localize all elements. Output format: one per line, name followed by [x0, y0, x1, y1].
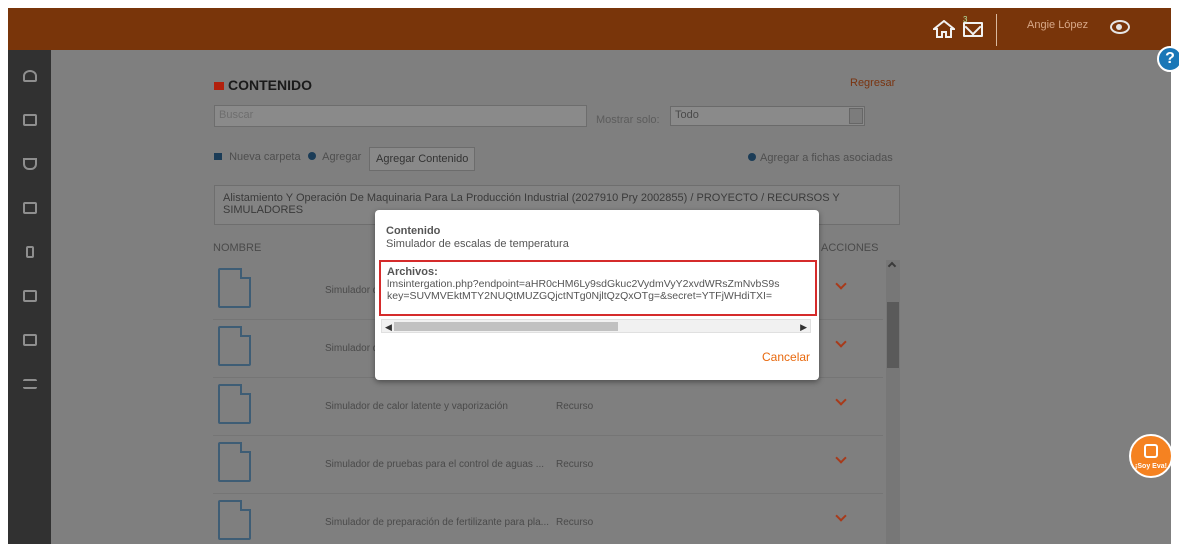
add-circle-icon — [748, 153, 756, 161]
menu-icon — [22, 379, 37, 389]
sidebar-item-messages[interactable] — [8, 188, 51, 228]
sidebar-item-calendar[interactable] — [8, 100, 51, 140]
horizontal-scrollbar[interactable]: ◀ ▶ — [381, 319, 811, 333]
calendar-icon — [22, 114, 37, 126]
scroll-right-icon[interactable]: ▶ — [800, 322, 807, 333]
file-icon — [218, 268, 251, 308]
modal-contenido-label: Contenido — [386, 225, 441, 237]
folder-icon — [214, 82, 224, 90]
back-link[interactable]: Regresar — [850, 77, 895, 89]
file-icon — [218, 384, 251, 424]
item-type: Recurso — [556, 401, 594, 412]
eye-icon[interactable] — [1110, 20, 1130, 34]
modal-contenido-value: Simulador de escalas de temperatura — [386, 238, 569, 250]
content-details-modal: Contenido Simulador de escalas de temper… — [375, 210, 819, 380]
filter-label: Mostrar solo: — [596, 114, 660, 126]
scroll-up-icon[interactable] — [887, 261, 897, 271]
user-name[interactable]: Angie López — [1027, 19, 1088, 31]
add-circle-icon — [307, 152, 316, 160]
sidebar-item-grades[interactable] — [8, 276, 51, 316]
item-type: Recurso — [556, 459, 594, 470]
list-icon — [22, 334, 37, 346]
cancel-button[interactable]: Cancelar — [762, 350, 810, 364]
file-icon — [218, 326, 251, 366]
window-frame-left — [0, 0, 8, 544]
page-title: CONTENIDO — [214, 77, 312, 93]
sidebar-item-reports[interactable] — [8, 320, 51, 360]
document-icon — [25, 246, 34, 258]
window-frame-top — [0, 0, 1179, 8]
files-box: Archivos: lmsintergation.php?endpoint=aH… — [379, 260, 817, 316]
item-name[interactable]: Simulador de pruebas para el control de … — [325, 459, 544, 470]
trophy-icon — [22, 158, 37, 170]
modal-archivos-line-1[interactable]: lmsintergation.php?endpoint=aHR0cHM6Ly9s… — [387, 278, 809, 290]
search-input[interactable]: Buscar — [214, 105, 587, 127]
chevron-down-icon[interactable] — [835, 510, 847, 522]
item-type: Recurso — [556, 517, 594, 528]
topbar-divider — [996, 14, 997, 46]
list-item[interactable]: Simulador de preparación de fertilizante… — [213, 494, 883, 544]
chevron-down-icon[interactable] — [835, 278, 847, 290]
eva-label: ¡Soy Eva! — [1135, 463, 1167, 470]
user-icon — [22, 70, 37, 82]
robot-icon — [1144, 444, 1158, 458]
modal-archivos-line-2[interactable]: key=SUVMVEktMTY2NUQtMUZGQjctNTg0NjltQzQx… — [387, 290, 809, 302]
list-item[interactable]: Simulador de calor latente y vaporizació… — [213, 378, 883, 436]
file-icon — [218, 500, 251, 540]
chevron-down-icon[interactable] — [835, 452, 847, 464]
eva-assistant-button[interactable]: ¡Soy Eva! — [1129, 434, 1173, 478]
chevron-down-icon — [849, 108, 863, 124]
add-to-fichas-label: Agregar a fichas asociadas — [760, 152, 893, 164]
sidebar-item-user[interactable] — [8, 56, 51, 96]
top-bar: 3 Angie López — [8, 8, 1171, 50]
scroll-thumb[interactable] — [887, 302, 899, 368]
horizontal-scroll-thumb[interactable] — [394, 322, 618, 331]
new-folder-link[interactable]: Nueva carpeta — [229, 151, 301, 163]
scroll-left-icon[interactable]: ◀ — [385, 322, 392, 333]
list-scrollbar[interactable] — [886, 260, 900, 544]
file-icon — [218, 442, 251, 482]
filter-value: Todo — [675, 109, 699, 121]
sidebar — [8, 50, 51, 544]
add-content-button[interactable]: Agregar Contenido — [369, 147, 476, 171]
column-header-nombre: NOMBRE — [213, 242, 262, 254]
page-title-text: CONTENIDO — [228, 77, 312, 93]
sidebar-item-documents[interactable] — [8, 232, 51, 272]
chevron-down-icon[interactable] — [835, 336, 847, 348]
chevron-down-icon[interactable] — [835, 394, 847, 406]
modal-archivos-label: Archivos: — [387, 266, 438, 278]
window-frame-right — [1171, 0, 1179, 544]
item-name[interactable]: Simulador de calor latente y vaporizació… — [325, 401, 508, 412]
filter-select[interactable]: Todo — [670, 106, 865, 126]
home-icon[interactable] — [933, 20, 955, 38]
toolbar-actions: Nueva carpeta Agregar — [214, 151, 365, 163]
sidebar-item-trophy[interactable] — [8, 144, 51, 184]
sidebar-item-menu[interactable] — [8, 364, 51, 404]
item-name[interactable]: Simulador de preparación de fertilizante… — [325, 517, 549, 528]
add-to-fichas-link[interactable]: Agregar a fichas asociadas — [748, 152, 893, 164]
list-item[interactable]: Simulador de pruebas para el control de … — [213, 436, 883, 494]
grid-icon — [22, 290, 37, 302]
new-folder-icon — [214, 153, 222, 160]
mail-icon[interactable] — [963, 22, 983, 37]
inbox-icon — [22, 202, 37, 214]
column-header-acciones: ACCIONES — [821, 242, 879, 254]
add-link[interactable]: Agregar — [322, 151, 361, 163]
